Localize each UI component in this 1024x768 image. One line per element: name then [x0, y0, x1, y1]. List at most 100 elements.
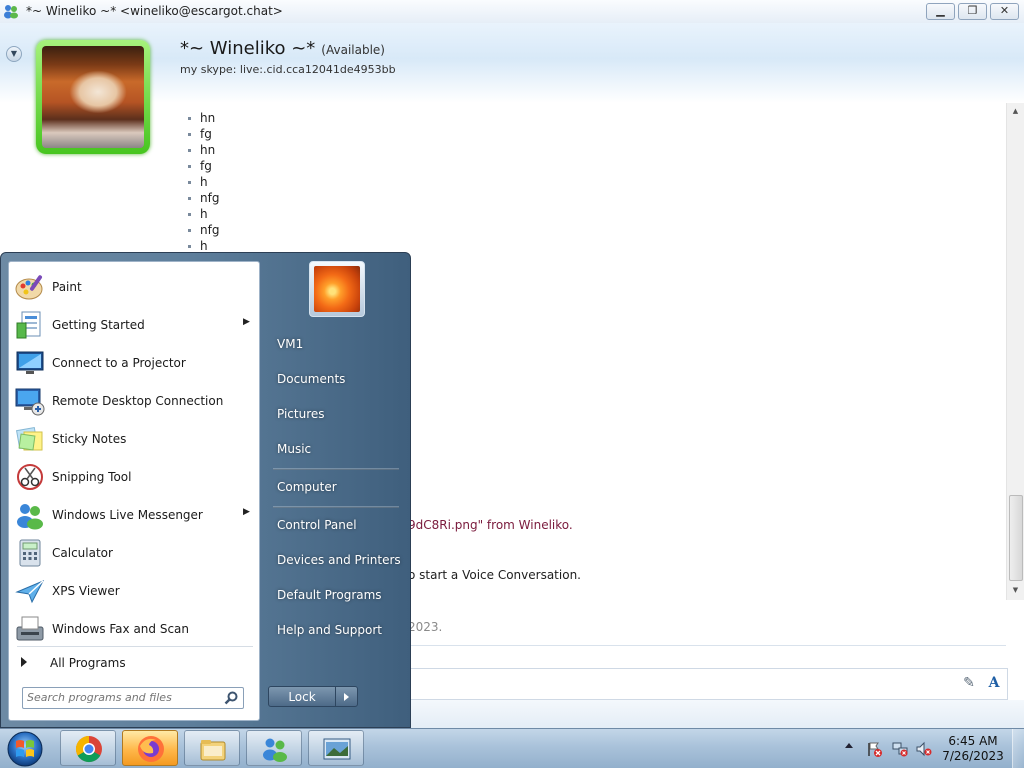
message-line: h [186, 206, 219, 222]
taskbar-explorer-button[interactable] [184, 730, 240, 766]
start-link-pictures[interactable]: Pictures [267, 398, 403, 430]
snipping-tool-icon [17, 464, 43, 490]
scroll-down-arrow-icon[interactable]: ▼ [1007, 586, 1024, 594]
system-clock[interactable]: 6:45 AM 7/26/2023 [938, 734, 1008, 764]
contact-status: (Available) [321, 43, 385, 57]
calculator-icon [19, 539, 41, 567]
contact-name-text: *~ Wineliko ~* [180, 38, 316, 59]
search-icon[interactable] [223, 690, 239, 706]
contact-name: *~ Wineliko ~* (Available) [180, 38, 385, 59]
program-item-connect-projector[interactable]: Connect to a Projector [12, 344, 258, 382]
start-link-documents[interactable]: Documents [267, 363, 403, 395]
program-item-xps-viewer[interactable]: XPS Viewer [12, 572, 258, 610]
chat-window-icon [323, 738, 351, 760]
clock-time: 6:45 AM [948, 734, 998, 748]
start-link-label: Devices and Printers [277, 553, 401, 567]
messenger-icon [17, 504, 43, 530]
start-link-label: VM1 [277, 337, 304, 351]
messenger-icon [263, 738, 287, 762]
program-label: Windows Live Messenger [52, 508, 203, 522]
message-line: hn [186, 110, 219, 126]
all-programs-label: All Programs [50, 656, 126, 670]
volume-muted-icon[interactable] [916, 741, 932, 757]
lock-button[interactable]: Lock [268, 686, 336, 707]
contact-avatar-image [42, 46, 144, 148]
start-orb-icon[interactable] [4, 730, 46, 768]
chevron-right-icon [344, 693, 349, 701]
taskbar-chrome-button[interactable] [60, 730, 116, 766]
collapse-header-button[interactable]: ▼ [6, 46, 22, 62]
start-link-default-programs[interactable]: Default Programs [267, 579, 403, 611]
start-link-vm1[interactable]: VM1 [267, 328, 403, 360]
search-input[interactable] [27, 690, 217, 705]
message-list: hn fg hn fg h nfg h nfg h [186, 110, 219, 254]
all-programs-button[interactable]: All Programs [12, 650, 258, 676]
start-link-control-panel[interactable]: Control Panel [267, 509, 403, 541]
program-label: Getting Started [52, 318, 145, 332]
message-line: hn [186, 142, 219, 158]
scroll-up-arrow-icon[interactable]: ▲ [1007, 107, 1024, 115]
program-label: Connect to a Projector [52, 356, 186, 370]
start-link-computer[interactable]: Computer [267, 471, 403, 503]
program-label: XPS Viewer [52, 584, 120, 598]
program-item-windows-live-messenger[interactable]: Windows Live Messenger ▶ [12, 496, 258, 534]
program-item-paint[interactable]: Paint [12, 268, 258, 306]
firefox-icon [138, 736, 164, 762]
show-hidden-icons-icon[interactable] [845, 743, 853, 748]
program-item-snipping-tool[interactable]: Snipping Tool [12, 458, 258, 496]
start-link-devices-printers[interactable]: Devices and Printers [267, 544, 403, 576]
taskbar-conversation-button[interactable] [308, 730, 364, 766]
font-icon[interactable]: A [985, 674, 1003, 692]
title-bar[interactable]: *~ Wineliko ~* <wineliko@escargot.chat> … [0, 0, 1024, 24]
submenu-arrow-icon[interactable]: ▶ [243, 507, 250, 517]
chrome-icon [75, 735, 102, 763]
contact-avatar[interactable] [36, 40, 150, 154]
program-item-calculator[interactable]: Calculator [12, 534, 258, 572]
start-link-label: Control Panel [277, 518, 357, 532]
program-label: Calculator [52, 546, 113, 560]
user-picture-image [314, 266, 360, 312]
program-label: Windows Fax and Scan [52, 622, 190, 636]
program-item-sticky-notes[interactable]: Sticky Notes [12, 420, 258, 458]
network-icon[interactable] [892, 741, 908, 757]
show-desktop-button[interactable] [1012, 729, 1024, 768]
action-center-flag-icon[interactable] [866, 741, 882, 757]
format-toolbar-strip [408, 645, 1006, 668]
remote-desktop-icon [15, 388, 45, 416]
start-link-label: Pictures [277, 407, 325, 421]
start-links-separator [273, 468, 399, 470]
taskbar: 6:45 AM 7/26/2023 [0, 728, 1024, 768]
file-transfer-notice[interactable]: 9dC8Ri.png" from Wineliko. [408, 518, 573, 532]
shutdown-options-button[interactable] [335, 686, 358, 707]
projector-icon [16, 351, 44, 374]
close-button[interactable]: ✕ [990, 3, 1019, 20]
messenger-app-icon [4, 5, 18, 19]
start-link-label: Music [277, 442, 312, 456]
program-item-getting-started[interactable]: Getting Started ▶ [12, 306, 258, 344]
program-item-remote-desktop[interactable]: Remote Desktop Connection [12, 382, 258, 420]
lock-label: Lock [288, 690, 316, 704]
programs-separator [17, 646, 253, 647]
message-line: nfg [186, 190, 219, 206]
scrollbar-thumb[interactable] [1009, 495, 1023, 581]
start-search-box[interactable] [22, 687, 244, 709]
taskbar-firefox-button[interactable] [122, 730, 178, 766]
handwriting-pencil-icon[interactable]: ✎ [960, 674, 978, 692]
taskbar-messenger-button[interactable] [246, 730, 302, 766]
explorer-icon [200, 740, 226, 761]
getting-started-icon [16, 311, 41, 339]
conversation-scrollbar[interactable]: ▲ ▼ [1006, 103, 1024, 600]
start-link-help-support[interactable]: Help and Support [267, 614, 403, 646]
message-compose-box[interactable] [408, 668, 1008, 700]
paint-icon [15, 275, 43, 300]
submenu-arrow-icon[interactable]: ▶ [243, 317, 250, 327]
program-item-fax-scan[interactable]: Windows Fax and Scan [12, 610, 258, 648]
clock-date: 7/26/2023 [942, 749, 1004, 763]
start-link-music[interactable]: Music [267, 433, 403, 465]
user-account-picture[interactable] [309, 261, 365, 317]
message-line: nfg [186, 222, 219, 238]
start-link-label: Help and Support [277, 623, 382, 637]
start-links-separator [273, 506, 399, 508]
maximize-button[interactable]: ❐ [958, 3, 987, 20]
minimize-button[interactable]: ▁ [926, 3, 955, 20]
